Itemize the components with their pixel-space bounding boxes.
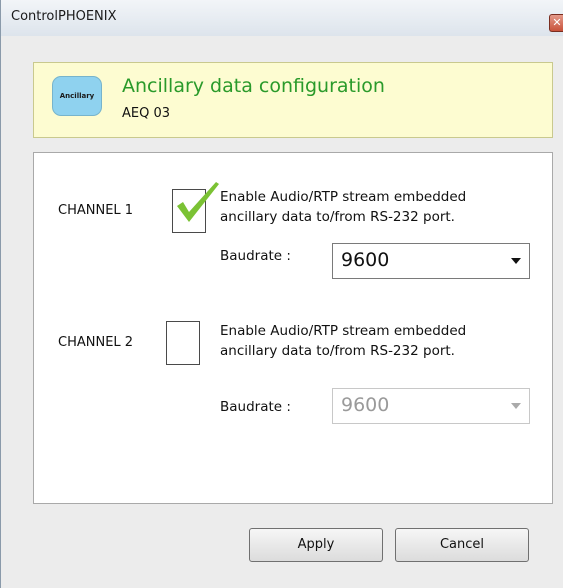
close-button[interactable]: ✕ (549, 14, 563, 32)
checkmark-icon (177, 182, 219, 222)
header-banner: Ancillary Ancillary data configuration A… (33, 62, 553, 138)
channel-1-label: CHANNEL 1 (58, 203, 134, 218)
channel-1-baudrate-label: Baudrate : (220, 248, 291, 264)
ancillary-logo-icon: Ancillary (52, 76, 102, 116)
title-bar[interactable]: ControlPHOENIX ✕ (1, 0, 563, 36)
apply-button[interactable]: Apply (249, 528, 383, 562)
channel-1-baudrate-select[interactable]: 9600 (332, 243, 530, 279)
channel-2-description-line-2: ancillary data to/from RS-232 port. (220, 343, 455, 359)
channel-1-description-line-1: Enable Audio/RTP stream embedded (220, 189, 467, 205)
channel-1-baudrate-value: 9600 (341, 249, 390, 271)
channel-1-description: Enable Audio/RTP stream embedded ancilla… (220, 187, 466, 227)
channel-1-description-line-2: ancillary data to/from RS-232 port. (220, 209, 455, 225)
channel-2-label: CHANNEL 2 (58, 335, 134, 350)
page-title: Ancillary data configuration (122, 75, 385, 97)
chevron-down-icon (511, 403, 521, 409)
channel-2-description: Enable Audio/RTP stream embedded ancilla… (220, 321, 466, 361)
channel-2-baudrate-value: 9600 (341, 394, 390, 416)
window-title: ControlPHOENIX (11, 9, 117, 24)
dialog-window: ControlPHOENIX ✕ Ancillary Ancillary dat… (0, 0, 563, 588)
channel-2-description-line-1: Enable Audio/RTP stream embedded (220, 323, 467, 339)
channel-2-enable-checkbox[interactable] (166, 321, 200, 365)
cancel-button[interactable]: Cancel (395, 528, 529, 562)
device-name: AEQ 03 (122, 106, 171, 121)
channel-1-enable-checkbox[interactable] (172, 182, 219, 233)
chevron-down-icon (511, 258, 521, 264)
channels-panel: CHANNEL 1 Enable Audio/RTP stream embedd… (33, 152, 553, 504)
channel-2-baudrate-select[interactable]: 9600 (332, 388, 530, 424)
channel-2-baudrate-label: Baudrate : (220, 399, 291, 415)
